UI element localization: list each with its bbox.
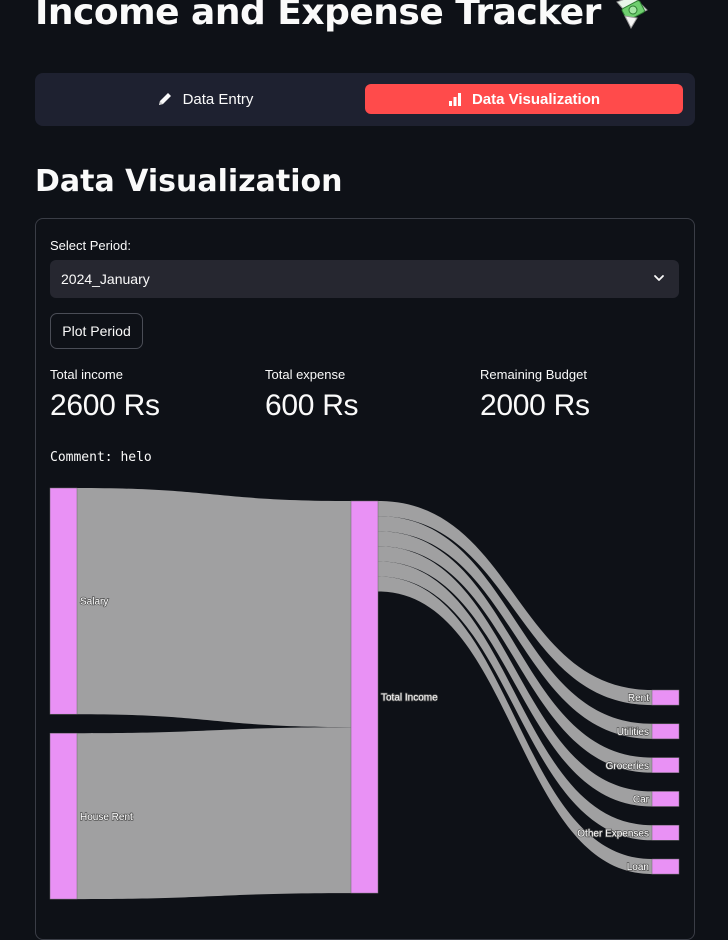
sankey-label-rent: Rent — [628, 693, 649, 704]
sankey-label-total-income: Total Income — [381, 693, 438, 704]
sankey-label-loan: Loan — [627, 862, 649, 873]
sankey-node-car[interactable] — [651, 791, 680, 807]
sankey-node-house-rent[interactable] — [49, 732, 78, 900]
sankey-node-utilities[interactable] — [651, 723, 680, 740]
sankey-node-total-income[interactable] — [350, 500, 379, 894]
sankey-node-other-expenses[interactable] — [651, 824, 680, 841]
sankey-node-loan[interactable] — [651, 858, 680, 875]
sankey-node-salary[interactable] — [49, 487, 78, 715]
sankey-label-other-expenses: Other Expenses — [577, 828, 649, 839]
sankey-label-salary: Salary — [80, 597, 108, 608]
sankey-label-house-rent: House Rent — [80, 812, 133, 823]
sankey-label-groceries: Groceries — [606, 761, 649, 772]
sankey-node-groceries[interactable] — [651, 757, 680, 773]
sankey-link-salary-to-total-income[interactable] — [77, 488, 351, 728]
sankey-label-car: Car — [633, 795, 650, 806]
sankey-node-rent[interactable] — [651, 689, 680, 706]
sankey-label-utilities: Utilities — [617, 727, 649, 738]
sankey-chart: Salary House Rent Total Income Rent Utilitie… — [49, 487, 680, 900]
